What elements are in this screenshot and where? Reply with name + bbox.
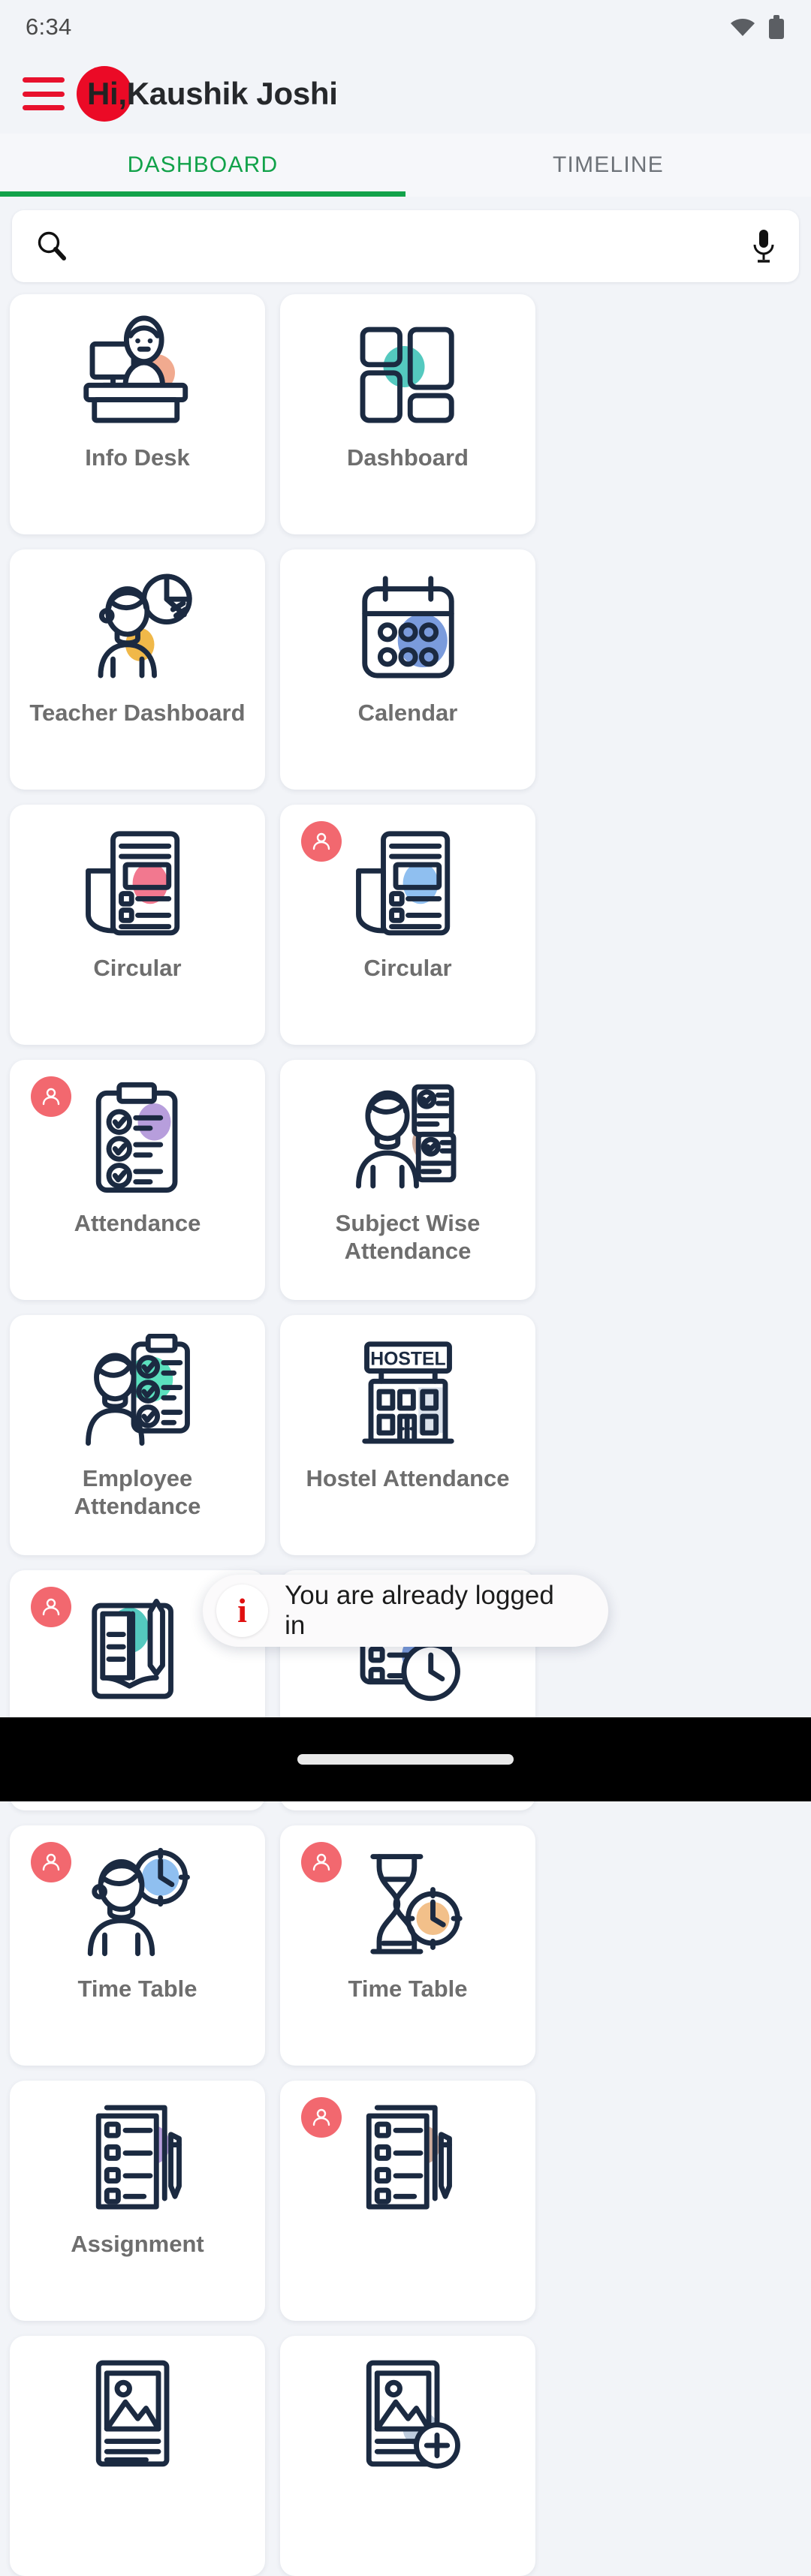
person-badge-icon <box>301 2097 342 2138</box>
grid-card-label: Dashboard <box>347 444 469 471</box>
greeting-text: Hi, <box>87 76 127 111</box>
page-title: Hi,Kaushik Joshi <box>81 76 338 112</box>
info-icon-glyph: i <box>237 1591 247 1630</box>
grid-card[interactable] <box>280 2081 535 2321</box>
system-navigation-bar <box>0 1717 811 1801</box>
gallery-photo-icon <box>10 2336 265 2486</box>
add-photo-icon <box>280 2336 535 2486</box>
grid-card-label: Teacher Dashboard <box>29 700 246 726</box>
grid-card-label: Attendance <box>74 1210 201 1236</box>
wifi-icon <box>731 19 755 36</box>
status-bar: 6:34 <box>0 0 811 54</box>
app-bar: Hi,Kaushik Joshi <box>0 54 811 134</box>
search-section <box>0 197 811 282</box>
grid-card[interactable]: Teacher Dashboard <box>10 549 265 790</box>
svg-text:HOSTEL: HOSTEL <box>370 1349 445 1369</box>
grid-card[interactable]: Subject Wise Attendance <box>280 1060 535 1300</box>
grid-card-label: Subject Wise Attendance <box>335 1210 481 1264</box>
tab-timeline[interactable]: TIMELINE <box>406 134 811 197</box>
grid-card-label <box>280 2486 535 2576</box>
status-time: 6:34 <box>26 14 72 40</box>
grid-card[interactable]: Calendar <box>280 549 535 790</box>
app-shortcut-grid: Info Desk Dashboard Teacher Dashboard Ca… <box>0 282 811 2576</box>
grid-card-label <box>10 2486 265 2576</box>
toast-text: You are already logged in <box>285 1581 554 1640</box>
tab-dashboard[interactable]: DASHBOARD <box>0 134 406 197</box>
grid-card-label: Assignment <box>71 2231 204 2257</box>
grid-card-label: Time Table <box>348 1976 468 2002</box>
grid-card[interactable]: Assignment <box>10 2081 265 2321</box>
grid-card[interactable]: HOSTEL Hostel Attendance <box>280 1315 535 1555</box>
grid-card[interactable]: Dashboard <box>280 294 535 534</box>
grid-card-label: Hostel Attendance <box>306 1465 510 1491</box>
search-input[interactable] <box>69 233 751 259</box>
person-badge-icon <box>301 821 342 862</box>
user-name: Kaushik Joshi <box>126 76 338 111</box>
grid-card-label <box>280 2231 535 2321</box>
grid-card[interactable]: Employee Attendance <box>10 1315 265 1555</box>
employee-attendance-icon <box>10 1315 265 1465</box>
teacher-dashboard-icon <box>10 549 265 700</box>
grid-card[interactable]: Info Desk <box>10 294 265 534</box>
person-badge-icon <box>31 1076 71 1117</box>
search-icon <box>38 231 66 260</box>
grid-card[interactable]: Circular <box>280 805 535 1045</box>
assignment-pen-icon <box>10 2081 265 2231</box>
grid-card[interactable]: Time Table <box>10 1825 265 2066</box>
microphone-icon[interactable] <box>751 228 776 264</box>
grid-card-label: Circular <box>93 955 182 981</box>
hostel-building-icon: HOSTEL <box>280 1315 535 1465</box>
search-bar[interactable] <box>12 210 799 282</box>
info-icon: i <box>216 1584 269 1637</box>
grid-card-label: Employee Attendance <box>74 1465 201 1519</box>
dashboard-tiles-icon <box>280 294 535 444</box>
grid-card[interactable] <box>280 2336 535 2576</box>
info-desk-icon <box>10 294 265 444</box>
person-badge-icon <box>31 1587 71 1627</box>
toast-message: i You are already logged in <box>203 1575 608 1647</box>
circular-icon <box>10 805 265 955</box>
user-greeting-block[interactable]: Hi,Kaushik Joshi <box>77 66 338 122</box>
grid-card[interactable]: Attendance <box>10 1060 265 1300</box>
grid-card[interactable] <box>10 2336 265 2576</box>
battery-icon <box>769 15 784 39</box>
tab-bar: DASHBOARD TIMELINE <box>0 134 811 197</box>
home-indicator-pill[interactable] <box>297 1754 514 1765</box>
grid-card-label: Info Desk <box>85 444 190 471</box>
hamburger-menu-icon[interactable] <box>23 77 65 110</box>
grid-card[interactable]: Circular <box>10 805 265 1045</box>
tab-active-indicator <box>0 191 406 197</box>
person-badge-icon <box>301 1842 342 1882</box>
calendar-icon <box>280 549 535 700</box>
grid-card-label: Time Table <box>77 1976 197 2002</box>
person-badge-icon <box>31 1842 71 1882</box>
grid-card-label: Calendar <box>357 700 458 726</box>
subject-attendance-icon <box>280 1060 535 1210</box>
grid-card[interactable]: Time Table <box>280 1825 535 2066</box>
grid-card-label: Circular <box>363 955 452 981</box>
status-icons <box>730 15 784 39</box>
